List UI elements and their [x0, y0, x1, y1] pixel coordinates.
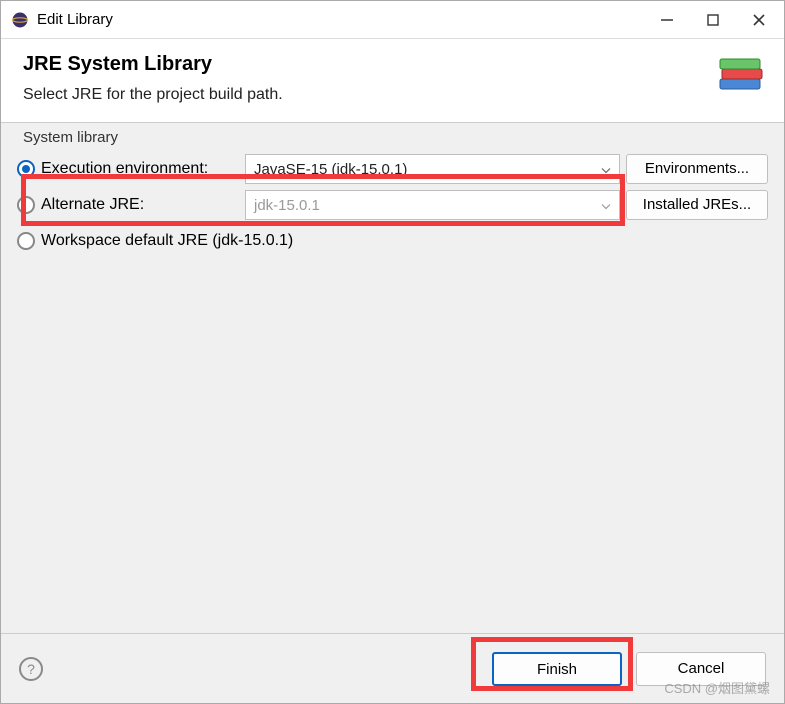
maximize-button[interactable]	[690, 4, 736, 36]
dialog-title: JRE System Library	[23, 53, 762, 76]
help-icon[interactable]: ?	[19, 657, 43, 681]
close-button[interactable]	[736, 4, 782, 36]
dialog-body: System library Execution environment: Ja…	[1, 123, 784, 633]
combo-alternate-jre[interactable]: jdk-15.0.1	[245, 190, 620, 220]
radio-label-execution-env[interactable]: Execution environment:	[41, 160, 239, 178]
cancel-button[interactable]: Cancel	[636, 652, 766, 686]
group-title: System library	[19, 129, 122, 146]
combo-value: jdk-15.0.1	[254, 197, 320, 214]
radio-execution-env[interactable]	[17, 160, 35, 178]
combo-value: JavaSE-15 (jdk-15.0.1)	[254, 161, 407, 178]
chevron-down-icon	[601, 161, 611, 178]
eclipse-icon	[11, 11, 29, 29]
radio-row-alternate-jre: Alternate JRE: jdk-15.0.1 Installed JREs…	[17, 187, 768, 223]
library-icon	[712, 49, 768, 105]
radio-row-execution-env: Execution environment: JavaSE-15 (jdk-15…	[17, 151, 768, 187]
dialog-footer: ? Finish Cancel	[1, 633, 784, 703]
installed-jres-button[interactable]: Installed JREs...	[626, 190, 768, 220]
radio-alternate-jre[interactable]	[17, 196, 35, 214]
environments-button[interactable]: Environments...	[626, 154, 768, 184]
dialog-header: JRE System Library Select JRE for the pr…	[1, 39, 784, 123]
combo-execution-env[interactable]: JavaSE-15 (jdk-15.0.1)	[245, 154, 620, 184]
chevron-down-icon	[601, 197, 611, 214]
radio-workspace-default[interactable]	[17, 232, 35, 250]
system-library-group: System library Execution environment: Ja…	[11, 141, 774, 265]
radio-label-alternate-jre[interactable]: Alternate JRE:	[41, 196, 239, 214]
titlebar: Edit Library	[1, 1, 784, 39]
radio-label-workspace-default[interactable]: Workspace default JRE (jdk-15.0.1)	[41, 232, 293, 250]
finish-button[interactable]: Finish	[492, 652, 622, 686]
minimize-button[interactable]	[644, 4, 690, 36]
radio-row-workspace-default: Workspace default JRE (jdk-15.0.1)	[17, 223, 768, 259]
window-title: Edit Library	[37, 11, 113, 28]
dialog-subtitle: Select JRE for the project build path.	[23, 86, 762, 104]
